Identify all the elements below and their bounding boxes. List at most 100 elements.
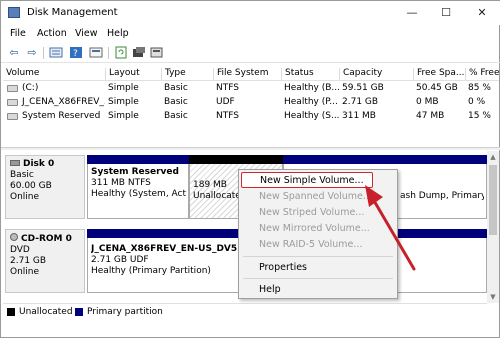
window-title: Disk Management bbox=[27, 7, 118, 18]
disk-0-label[interactable]: Disk 0 Basic 60.00 GB Online bbox=[5, 155, 85, 219]
table-cell: 2.71 GB bbox=[342, 97, 379, 107]
table-cell: 0 % bbox=[468, 97, 486, 107]
table-cell: Healthy (S... bbox=[284, 111, 339, 121]
column-header-free-space[interactable]: Free Spa... bbox=[413, 68, 465, 80]
table-cell: 311 MB bbox=[342, 111, 376, 121]
help-icon[interactable]: ? bbox=[69, 46, 83, 59]
scroll-up-icon[interactable]: ▲ bbox=[487, 151, 499, 163]
menu-file[interactable]: File bbox=[10, 28, 26, 39]
context-menu: New Simple Volume... New Spanned Volume.… bbox=[238, 169, 398, 299]
menu-item-new-simple-volume[interactable]: New Simple Volume... bbox=[241, 172, 373, 188]
table-row[interactable]: J_CENA_X86FREV_... Simple Basic UDF Heal… bbox=[3, 96, 499, 110]
toolbar: ⇦ ⇨ ? bbox=[1, 43, 500, 63]
volume-list-header: Volume Layout Type File System Status Ca… bbox=[3, 67, 499, 81]
table-row[interactable]: (C:) Simple Basic NTFS Healthy (B... 59.… bbox=[3, 82, 499, 96]
table-cell: 47 MB bbox=[416, 111, 445, 121]
legend-label: Unallocated bbox=[19, 307, 73, 317]
disk-status: Online bbox=[10, 192, 40, 202]
maximize-button[interactable]: ☐ bbox=[431, 4, 461, 22]
table-cell: 15 % bbox=[468, 111, 491, 121]
menu-item-help[interactable]: Help bbox=[239, 282, 397, 298]
partition-type-bar bbox=[283, 155, 487, 164]
partition-name: System Reserved bbox=[91, 167, 179, 177]
table-cell: 50.45 GB bbox=[416, 83, 458, 93]
legend-swatch-unallocated bbox=[7, 308, 15, 316]
menu-item-new-striped-volume[interactable]: New Striped Volume... bbox=[239, 205, 397, 221]
table-cell: Simple bbox=[108, 111, 139, 121]
forward-icon[interactable]: ⇨ bbox=[25, 46, 39, 59]
column-header-type[interactable]: Type bbox=[161, 68, 213, 80]
disk-name: Disk 0 bbox=[23, 159, 55, 169]
table-cell: (C:) bbox=[22, 83, 39, 93]
volume-icon bbox=[7, 113, 18, 120]
table-cell: 85 % bbox=[468, 83, 491, 93]
partition-type-bar bbox=[87, 155, 189, 164]
menu-separator bbox=[243, 256, 393, 257]
legend-swatch-primary bbox=[75, 308, 83, 316]
legend-label: Primary partition bbox=[87, 307, 163, 317]
scroll-thumb[interactable] bbox=[489, 165, 497, 235]
table-cell: Simple bbox=[108, 83, 139, 93]
table-cell: System Reserved bbox=[22, 111, 101, 121]
toolbar-separator bbox=[108, 47, 109, 59]
legend: Unallocated Primary partition bbox=[3, 303, 487, 319]
column-header-capacity[interactable]: Capacity bbox=[339, 68, 413, 80]
table-cell: Simple bbox=[108, 97, 139, 107]
volume-icon bbox=[7, 99, 18, 106]
close-button[interactable]: ✕ bbox=[467, 4, 497, 22]
disk-name: CD-ROM 0 bbox=[21, 234, 72, 244]
menu-bar: File Action View Help bbox=[1, 25, 500, 43]
svg-text:?: ? bbox=[73, 49, 78, 59]
partition-info: System Reserved 311 MB NTFS Healthy (Sys… bbox=[91, 167, 186, 200]
toolbar-separator bbox=[43, 47, 44, 59]
table-row[interactable]: System Reserved Simple Basic NTFS Health… bbox=[3, 110, 499, 124]
disk-size: 2.71 GB bbox=[10, 256, 47, 266]
minimize-button[interactable]: — bbox=[397, 4, 427, 22]
scroll-down-icon[interactable]: ▼ bbox=[487, 291, 499, 303]
table-cell: UDF bbox=[216, 97, 235, 107]
disk-management-app-icon bbox=[8, 7, 20, 18]
partition-detail: 311 MB NTFS bbox=[91, 178, 151, 188]
table-cell: Healthy (B... bbox=[284, 83, 339, 93]
volume-icon bbox=[7, 85, 18, 92]
column-header-volume[interactable]: Volume bbox=[3, 68, 105, 80]
column-header-percent-free[interactable]: % Free bbox=[465, 68, 499, 80]
menu-separator bbox=[243, 278, 393, 279]
rescan-icon[interactable] bbox=[132, 46, 146, 59]
properties-icon[interactable] bbox=[89, 46, 103, 59]
menu-item-properties[interactable]: Properties bbox=[239, 260, 397, 276]
menu-item-new-raid5-volume[interactable]: New RAID-5 Volume... bbox=[239, 237, 397, 253]
settings-icon[interactable] bbox=[150, 46, 164, 59]
disk-size: 60.00 GB bbox=[10, 181, 52, 191]
disk-status: Online bbox=[10, 267, 40, 277]
menu-view[interactable]: View bbox=[75, 28, 98, 39]
cd-drive-icon bbox=[10, 233, 18, 241]
pane-splitter[interactable] bbox=[1, 147, 500, 150]
refresh-icon[interactable] bbox=[114, 46, 128, 59]
menu-help[interactable]: Help bbox=[107, 28, 129, 39]
table-cell: NTFS bbox=[216, 111, 239, 121]
volume-list: Volume Layout Type File System Status Ca… bbox=[3, 67, 499, 151]
table-cell: J_CENA_X86FREV_... bbox=[22, 97, 105, 107]
table-cell: NTFS bbox=[216, 83, 239, 93]
disk-title: Disk 0 bbox=[10, 159, 80, 170]
partition-status: ash Dump, Primary bbox=[400, 191, 484, 201]
table-cell: Basic bbox=[164, 97, 188, 107]
column-header-layout[interactable]: Layout bbox=[105, 68, 161, 80]
disk-type: DVD bbox=[10, 245, 30, 255]
table-cell: 0 MB bbox=[416, 97, 439, 107]
table-cell: Basic bbox=[164, 111, 188, 121]
back-icon[interactable]: ⇦ bbox=[7, 46, 21, 59]
vertical-scrollbar[interactable]: ▲ ▼ bbox=[487, 151, 499, 303]
table-cell: Basic bbox=[164, 83, 188, 93]
hard-disk-icon bbox=[10, 160, 20, 166]
list-view-icon[interactable] bbox=[49, 46, 63, 59]
column-header-status[interactable]: Status bbox=[281, 68, 339, 80]
menu-item-new-spanned-volume[interactable]: New Spanned Volume... bbox=[239, 189, 397, 205]
column-header-file-system[interactable]: File System bbox=[213, 68, 281, 80]
partition-system-reserved[interactable]: System Reserved 311 MB NTFS Healthy (Sys… bbox=[87, 155, 189, 219]
menu-item-new-mirrored-volume[interactable]: New Mirrored Volume... bbox=[239, 221, 397, 237]
table-cell: Healthy (P... bbox=[284, 97, 338, 107]
menu-action[interactable]: Action bbox=[37, 28, 67, 39]
cdrom-0-label[interactable]: CD-ROM 0 DVD 2.71 GB Online bbox=[5, 229, 85, 293]
